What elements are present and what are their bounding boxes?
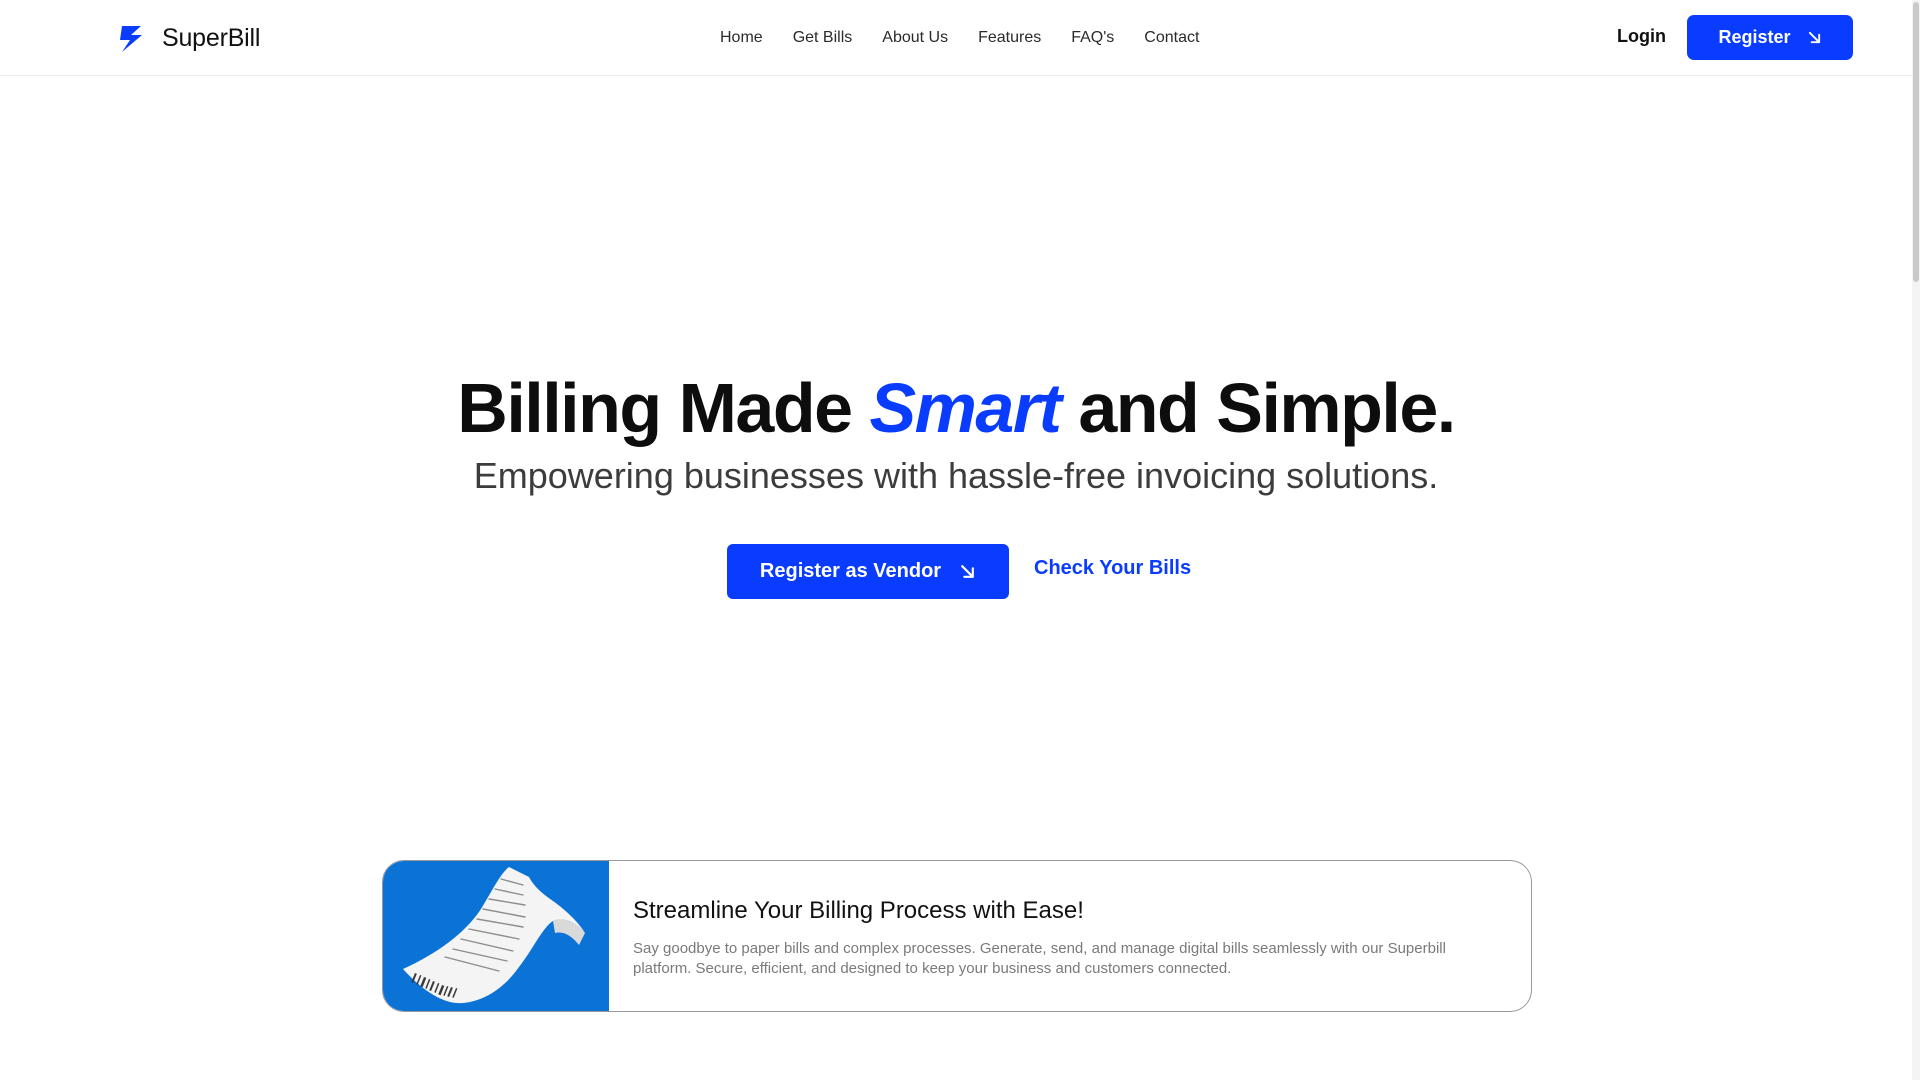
register-button[interactable]: Register	[1687, 15, 1853, 60]
check-bills-link[interactable]: Check Your Bills	[1034, 557, 1191, 580]
feature-card-description: Say goodbye to paper bills and complex p…	[633, 940, 1446, 977]
hero-title-part2: and Simple.	[1060, 369, 1456, 447]
brand-logo[interactable]: SuperBill	[116, 20, 260, 56]
brand-name: SuperBill	[162, 23, 261, 52]
site-header: SuperBill Home Get Bills About Us Featur…	[0, 0, 1920, 76]
nav-home[interactable]: Home	[720, 29, 763, 47]
hero-title-accent: Smart	[869, 369, 1061, 447]
arrow-down-right-icon	[961, 565, 974, 578]
nav-get-bills[interactable]: Get Bills	[793, 29, 853, 47]
scrollbar-thumb[interactable]	[1913, 2, 1919, 282]
nav-contact[interactable]: Contact	[1144, 29, 1199, 47]
nav-about-us[interactable]: About Us	[882, 29, 948, 47]
feature-card-title: Streamline Your Billing Process with Eas…	[633, 897, 1084, 924]
hero-subtitle: Empowering businesses with hassle-free i…	[473, 455, 1439, 496]
nav-features[interactable]: Features	[978, 29, 1041, 47]
hero-title: Billing Made Smart and Simple.	[0, 366, 1912, 450]
page-scrollbar[interactable]	[1912, 0, 1920, 1080]
register-button-label: Register	[1718, 27, 1791, 47]
nav-faqs[interactable]: FAQ's	[1071, 29, 1114, 47]
receipt-illustration	[383, 861, 609, 1011]
hero-title-part1: Billing Made	[457, 369, 870, 447]
register-vendor-label: Register as Vendor	[759, 560, 942, 582]
register-vendor-button[interactable]: Register as Vendor	[727, 544, 1009, 599]
arrow-down-right-icon	[1808, 31, 1820, 44]
login-link[interactable]: Login	[1617, 26, 1666, 47]
feature-card: Streamline Your Billing Process with Eas…	[382, 860, 1532, 1012]
lightning-bolt-icon	[120, 26, 142, 52]
main-nav: Home Get Bills About Us Features FAQ's C…	[720, 26, 1199, 50]
